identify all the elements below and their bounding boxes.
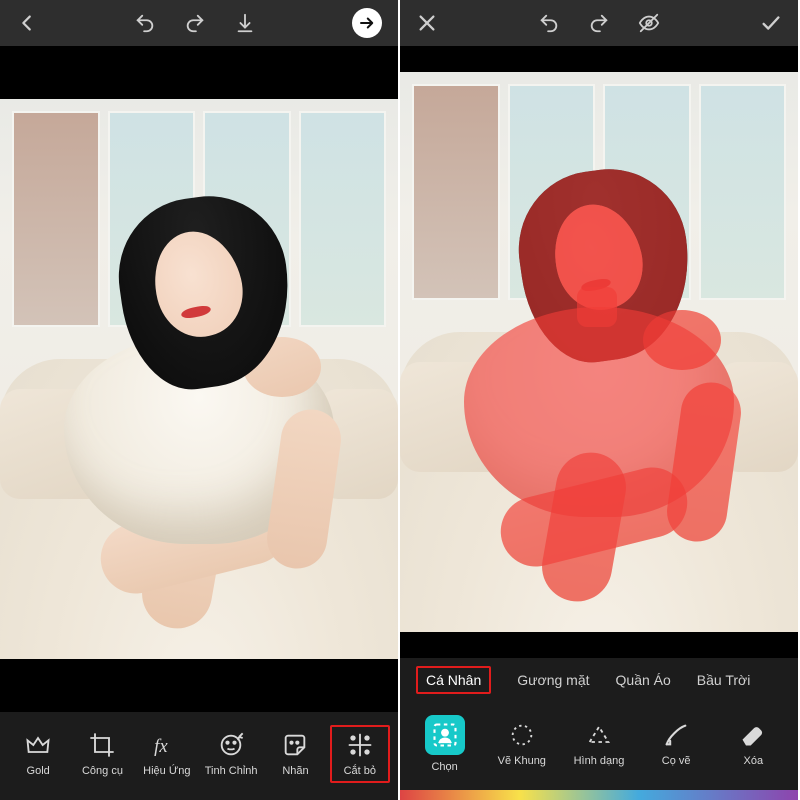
chip-quanao[interactable]: Quần Áo xyxy=(616,672,671,688)
top-toolbar xyxy=(400,0,798,46)
download-icon[interactable] xyxy=(234,12,256,34)
image-canvas[interactable] xyxy=(0,46,398,712)
chip-bautroi[interactable]: Bầu Trời xyxy=(697,672,751,688)
back-icon[interactable] xyxy=(16,12,38,34)
tool-xoa[interactable]: Xóa xyxy=(723,721,783,767)
brush-icon xyxy=(662,721,690,749)
tool-cove[interactable]: Cọ vẽ xyxy=(646,721,706,767)
next-button[interactable] xyxy=(352,8,382,38)
close-icon[interactable] xyxy=(416,12,438,34)
tool-label: Hình dạng xyxy=(574,755,625,767)
tool-label: Cọ vẽ xyxy=(662,755,691,767)
editor-screen-left: Gold Công cụ fx Hiệu Ứng Tinh Chỉnh xyxy=(0,0,400,800)
crop-icon xyxy=(88,731,116,759)
tool-tinhchinh[interactable]: Tinh Chỉnh xyxy=(201,731,261,777)
chip-guongmat[interactable]: Gương mặt xyxy=(517,672,589,688)
crown-icon xyxy=(24,731,52,759)
undo-icon[interactable] xyxy=(134,12,156,34)
tool-label: Tinh Chỉnh xyxy=(205,765,258,777)
eraser-icon xyxy=(739,721,767,749)
select-person-icon xyxy=(425,715,465,755)
tool-label: Gold xyxy=(27,765,50,777)
tool-vekhung[interactable]: Vẽ Khung xyxy=(492,721,552,767)
tool-label: Vẽ Khung xyxy=(498,755,546,767)
photo xyxy=(0,99,398,659)
redo-icon[interactable] xyxy=(588,12,610,34)
tool-hinhdang[interactable]: Hình dạng xyxy=(569,721,629,767)
svg-text:fx: fx xyxy=(154,736,168,757)
top-toolbar xyxy=(0,0,398,46)
segment-chip-row: Cá Nhân Gương mặt Quần Áo Bầu Trời xyxy=(400,658,798,702)
tool-label: Cắt bỏ xyxy=(344,765,376,777)
sticker-icon xyxy=(281,731,309,759)
bottom-toolstrip: Chọn Vẽ Khung Hình dạng Cọ vẽ xyxy=(400,702,798,790)
tool-congcu[interactable]: Công cụ xyxy=(72,731,132,777)
tool-catbo[interactable]: Cắt bỏ xyxy=(330,725,390,783)
cutout-icon xyxy=(346,731,374,759)
tool-label: Công cụ xyxy=(82,765,123,777)
face-adjust-icon xyxy=(217,731,245,759)
tool-nhan[interactable]: Nhãn xyxy=(265,731,325,777)
fx-icon: fx xyxy=(153,731,181,759)
confirm-icon[interactable] xyxy=(760,12,782,34)
bottom-toolstrip: Gold Công cụ fx Hiệu Ứng Tinh Chỉnh xyxy=(0,712,398,800)
tool-gold[interactable]: Gold xyxy=(8,731,68,777)
tool-label: Chọn xyxy=(431,761,457,773)
tool-label: Xóa xyxy=(744,755,764,767)
tool-label: Nhãn xyxy=(282,765,308,777)
image-canvas[interactable] xyxy=(400,46,798,658)
outline-icon xyxy=(508,721,536,749)
ad-banner[interactable] xyxy=(400,790,798,800)
photo-with-mask xyxy=(400,72,798,632)
tool-chon[interactable]: Chọn xyxy=(415,715,475,773)
shape-icon xyxy=(585,721,613,749)
undo-icon[interactable] xyxy=(538,12,560,34)
eye-off-icon[interactable] xyxy=(638,12,660,34)
redo-icon[interactable] xyxy=(184,12,206,34)
chip-canhan[interactable]: Cá Nhân xyxy=(416,666,491,694)
cutout-screen-right: Cá Nhân Gương mặt Quần Áo Bầu Trời Chọn … xyxy=(400,0,800,800)
tool-hieuung[interactable]: fx Hiệu Ứng xyxy=(137,731,197,777)
tool-label: Hiệu Ứng xyxy=(143,765,190,777)
